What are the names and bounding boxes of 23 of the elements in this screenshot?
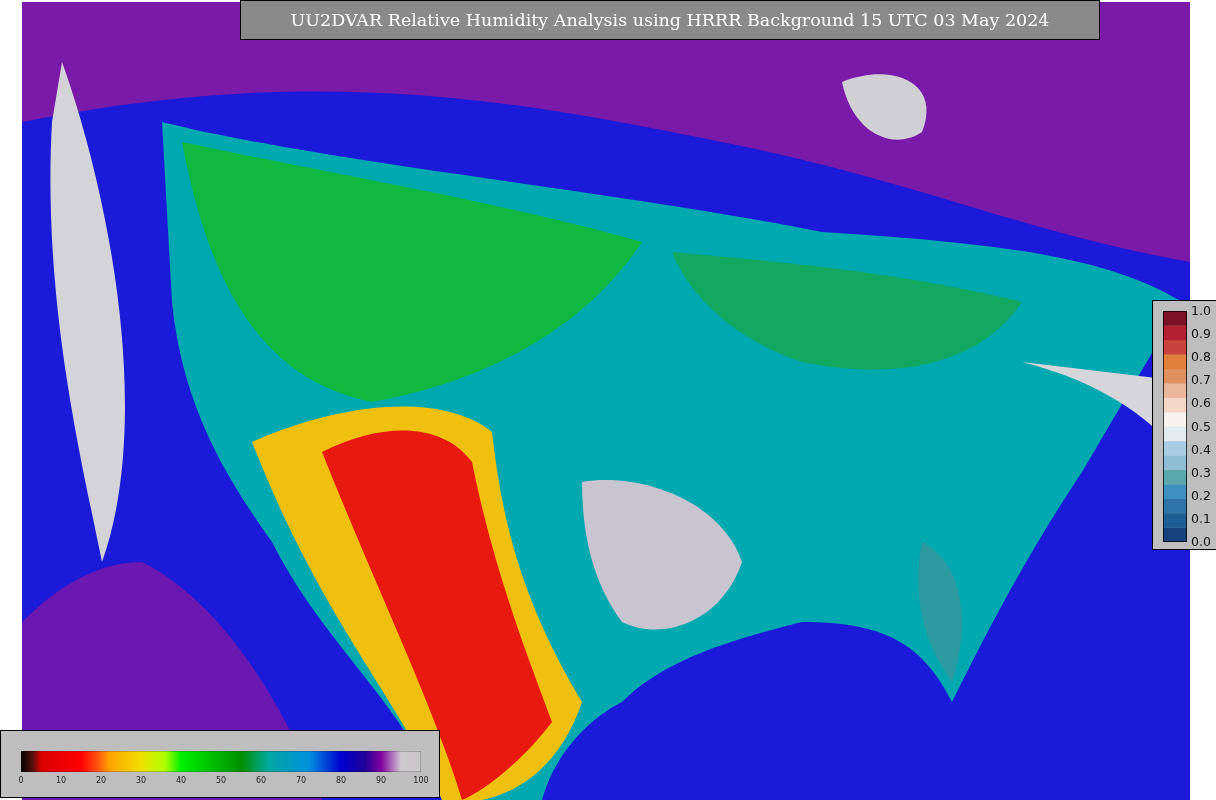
tick-label: 50 [215, 775, 227, 787]
map-title: UU2DVAR Relative Humidity Analysis using HRRR Background 15 UTC 03 May 2024 [240, 0, 1100, 40]
tick-label: 100 [413, 775, 429, 787]
tick-label: 0.3 [1191, 465, 1211, 480]
tick-label: 40 [175, 775, 187, 787]
tick-label: 90 [375, 775, 387, 787]
tick-label: 10 [55, 775, 67, 787]
tick-label: 0 [18, 775, 24, 787]
tick-label: 0.7 [1191, 373, 1211, 388]
tick-label: 0.2 [1191, 488, 1211, 503]
tick-label: 60 [255, 775, 267, 787]
tick-label: 0.6 [1191, 396, 1211, 411]
tick-label: 1.0 [1191, 304, 1211, 318]
tick-label: 0.4 [1191, 442, 1211, 457]
tick-label: 30 [135, 775, 147, 787]
tick-label: 0.5 [1191, 419, 1211, 434]
tick-label: 0.9 [1191, 327, 1211, 342]
tick-label: 0.1 [1191, 511, 1211, 526]
tick-label: 0.0 [1191, 535, 1211, 549]
tick-label: 0.8 [1191, 350, 1211, 365]
tick-label: 80 [335, 775, 347, 787]
tick-label: 70 [295, 775, 307, 787]
tick-label: 20 [95, 775, 107, 787]
